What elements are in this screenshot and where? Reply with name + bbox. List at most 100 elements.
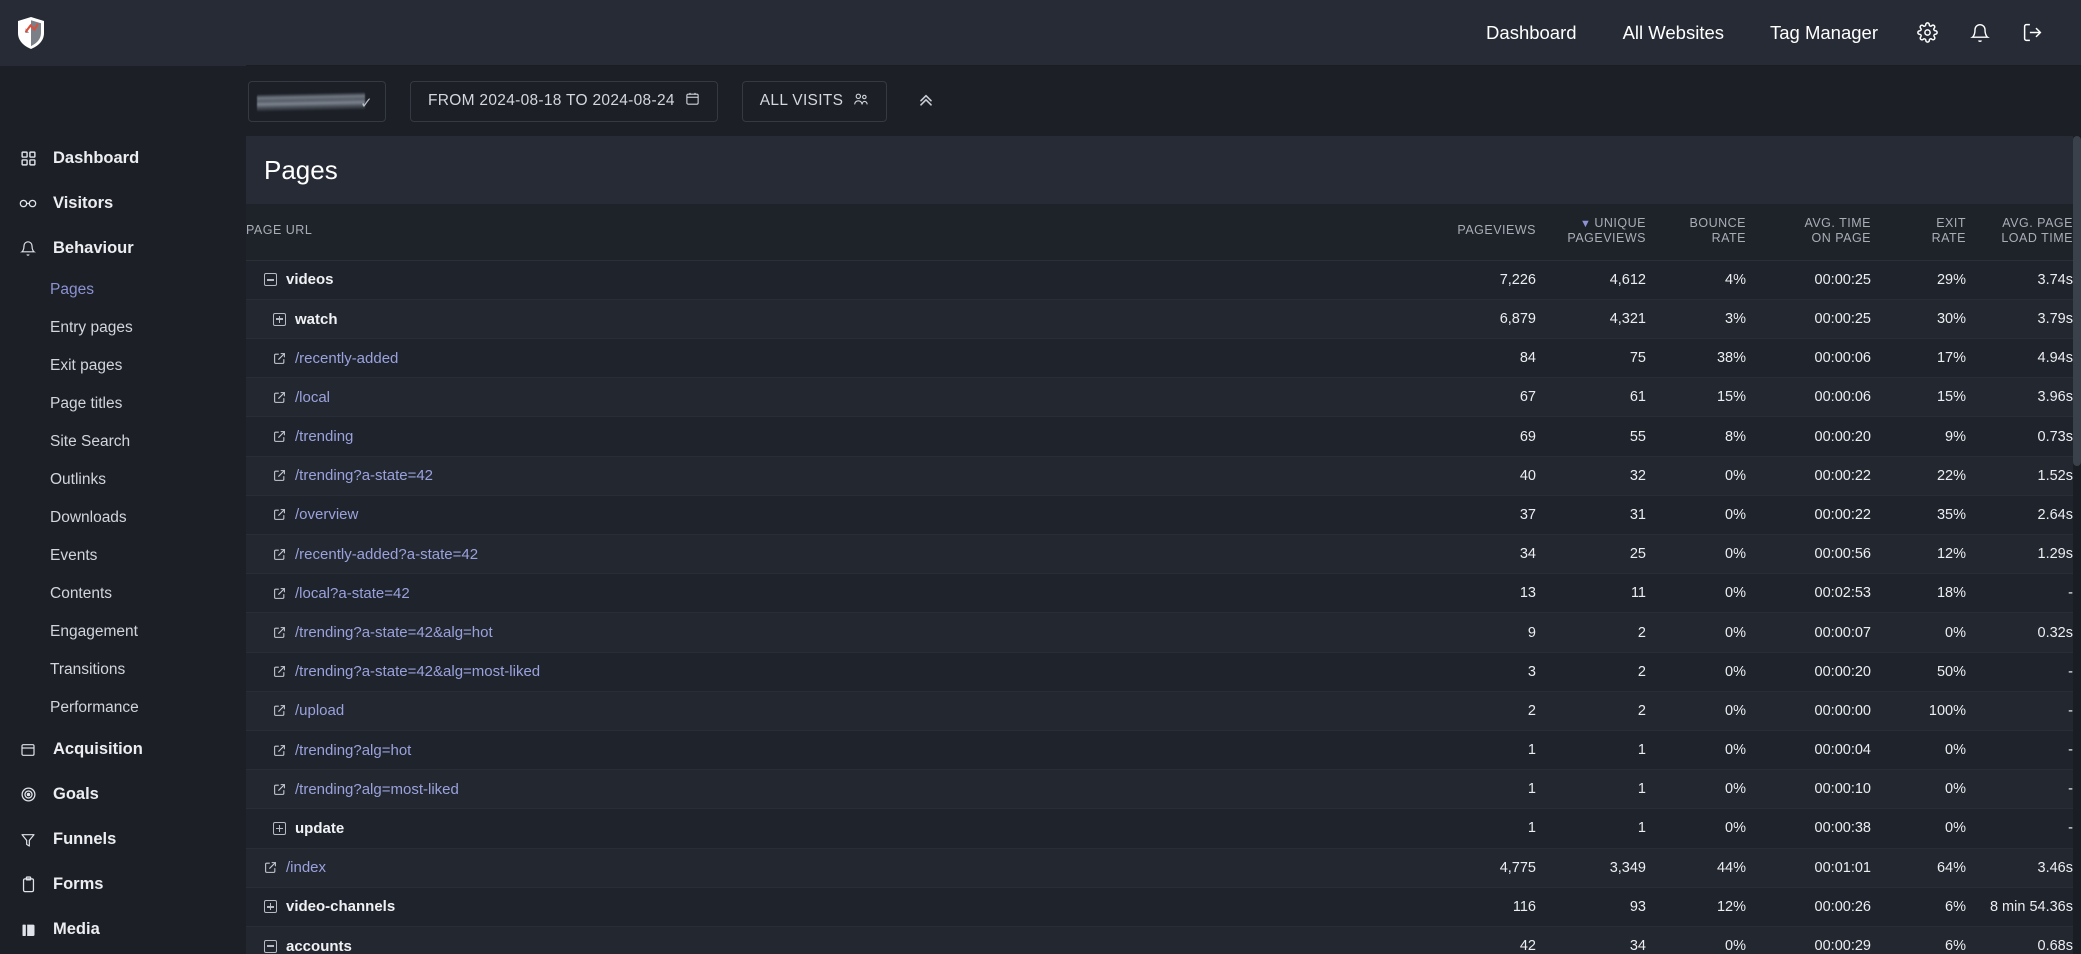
column-header-avg-time-on-page[interactable]: AVG. TIME ON PAGE	[1746, 204, 1871, 261]
page-url-link[interactable]: /trending?alg=most-liked	[295, 781, 459, 798]
sidebar-label: Visitors	[53, 194, 114, 212]
sidebar-item-entry-pages[interactable]: Entry pages	[0, 309, 246, 347]
page-url-link[interactable]: /upload	[295, 702, 344, 719]
sidebar-item-pages[interactable]: Pages	[0, 271, 246, 309]
scrollbar-thumb[interactable]	[2073, 136, 2081, 466]
logout-icon[interactable]	[2006, 0, 2059, 66]
column-header-page-url[interactable]: PAGE URL	[246, 204, 1431, 261]
page-url-cell-inner: /local	[264, 389, 1431, 406]
sidebar-item-transitions[interactable]: Transitions	[0, 651, 246, 689]
table-row[interactable]: /trending?alg=hot 1 1 0% 00:00:04 0% -	[246, 730, 2073, 770]
shield-logo-icon[interactable]	[16, 16, 46, 50]
external-link-icon[interactable]	[273, 430, 286, 443]
table-row[interactable]: /trending 69 55 8% 00:00:20 9% 0.73s	[246, 416, 2073, 457]
table-row[interactable]: /local 67 61 15% 00:00:06 15% 3.96s	[246, 377, 2073, 417]
page-url-link[interactable]: /index	[286, 859, 326, 876]
external-link-icon[interactable]	[273, 665, 286, 678]
external-link-icon[interactable]	[273, 783, 286, 796]
page-url-cell-inner: watch	[264, 311, 1431, 328]
sidebar-item-events[interactable]: Events	[0, 537, 246, 575]
nav-all-websites[interactable]: All Websites	[1600, 0, 1747, 66]
sidebar-item-behaviour[interactable]: Behaviour	[0, 226, 246, 271]
column-header-bounce-rate[interactable]: BOUNCE RATE	[1646, 204, 1746, 261]
page-url-link[interactable]: /trending?a-state=42&alg=most-liked	[295, 663, 540, 680]
external-link-icon[interactable]	[273, 704, 286, 717]
sidebar-item-engagement[interactable]: Engagement	[0, 613, 246, 651]
external-link-icon[interactable]	[264, 861, 277, 874]
sidebar-item-forms[interactable]: Forms	[0, 862, 246, 907]
cell-page-url: /overview	[246, 495, 1431, 534]
sidebar-item-visitors[interactable]: Visitors	[0, 181, 246, 226]
table-row[interactable]: update 1 1 0% 00:00:38 0% -	[246, 808, 2073, 849]
external-link-icon[interactable]	[273, 352, 286, 365]
expand-plus-icon[interactable]	[273, 312, 286, 326]
sidebar-item-funnels[interactable]: Funnels	[0, 817, 246, 862]
site-selector[interactable]: ✓	[248, 80, 386, 122]
external-link-icon[interactable]	[273, 508, 286, 521]
sidebar-item-site-search[interactable]: Site Search	[0, 423, 246, 461]
table-row[interactable]: /recently-added 84 75 38% 00:00:06 17% 4.94s	[246, 338, 2073, 378]
sidebar-item-page-titles[interactable]: Page titles	[0, 385, 246, 423]
table-row[interactable]: /trending?alg=most-liked 1 1 0% 00:00:10 0% -	[246, 769, 2073, 809]
table-row[interactable]: video-channels 116 93 12% 00:00:26 6% 8 min 54…	[246, 887, 2073, 927]
page-url-link[interactable]: /trending?a-state=42&alg=hot	[295, 624, 493, 641]
table-row[interactable]: /overview 37 31 0% 00:00:22 35% 2.64s	[246, 495, 2073, 535]
collapse-toolbar-button[interactable]	[909, 84, 943, 118]
page-url-link[interactable]: /trending?a-state=42	[295, 467, 433, 484]
page-url-link[interactable]: /trending?alg=hot	[295, 742, 411, 759]
table-row[interactable]: /recently-added?a-state=42 34 25 0% 00:00:56…	[246, 534, 2073, 574]
table-row[interactable]: /index 4,775 3,349 44% 00:01:01 64% 3.46s	[246, 848, 2073, 888]
column-header-pageviews[interactable]: PAGEVIEWS	[1431, 204, 1536, 261]
nav-dashboard[interactable]: Dashboard	[1463, 0, 1600, 66]
page-url-link[interactable]: /trending	[295, 428, 353, 445]
sidebar-item-dashboard[interactable]: Dashboard	[0, 136, 246, 181]
sidebar-item-contents[interactable]: Contents	[0, 575, 246, 613]
page-url-link[interactable]: /local?a-state=42	[295, 585, 410, 602]
logo-area[interactable]	[0, 0, 246, 66]
column-header-avg-page-load-time[interactable]: AVG. PAGE LOAD TIME	[1966, 204, 2073, 261]
table-row[interactable]: /trending?a-state=42 40 32 0% 00:00:22 22% 1.5…	[246, 456, 2073, 496]
vertical-scrollbar[interactable]	[2073, 136, 2081, 954]
table-row[interactable]: /trending?a-state=42&alg=hot 9 2 0% 00:00:07…	[246, 612, 2073, 653]
external-link-icon[interactable]	[273, 469, 286, 482]
sidebar-item-downloads[interactable]: Downloads	[0, 499, 246, 537]
collapse-minus-icon[interactable]	[264, 939, 277, 953]
sidebar-item-outlinks[interactable]: Outlinks	[0, 461, 246, 499]
external-link-icon[interactable]	[273, 626, 286, 639]
external-link-icon[interactable]	[273, 744, 286, 757]
page-url-link[interactable]: /recently-added?a-state=42	[295, 546, 478, 563]
table-row[interactable]: /trending?a-state=42&alg=most-liked 3 2 0% 0…	[246, 652, 2073, 692]
gear-icon[interactable]	[1901, 0, 1954, 66]
external-link-icon[interactable]	[273, 548, 286, 561]
date-range-selector[interactable]: FROM 2024-08-18 TO 2024-08-24	[410, 80, 718, 122]
expand-plus-icon[interactable]	[264, 900, 277, 914]
bell-icon[interactable]	[1954, 0, 2006, 66]
sidebar-item-acquisition[interactable]: Acquisition	[0, 727, 246, 772]
cell-avg-time-on-page: 00:00:20	[1814, 663, 1871, 680]
external-link-icon[interactable]	[273, 391, 286, 404]
table-row[interactable]: videos 7,226 4,612 4% 00:00:25 29% 3.74s	[246, 260, 2073, 300]
sidebar-item-exit-pages[interactable]: Exit pages	[0, 347, 246, 385]
table-row[interactable]: accounts 42 34 0% 00:00:29 6% 0.68s	[246, 926, 2073, 954]
segment-selector[interactable]: ALL VISITS	[741, 80, 888, 122]
page-url-link[interactable]: /local	[295, 389, 330, 406]
nav-tag-manager[interactable]: Tag Manager	[1747, 0, 1901, 66]
collapse-minus-icon[interactable]	[264, 273, 277, 287]
table-row[interactable]: /upload 2 2 0% 00:00:00 100% -	[246, 691, 2073, 731]
expand-plus-icon[interactable]	[273, 821, 286, 835]
sidebar-item-media[interactable]: Media	[0, 907, 246, 952]
page-url-link[interactable]: /overview	[295, 506, 358, 523]
column-header-exit-rate[interactable]: EXIT RATE	[1871, 204, 1966, 261]
cell-pageviews: 69	[1519, 428, 1536, 445]
table-row[interactable]: /local?a-state=42 13 11 0% 00:02:53 18% -	[246, 573, 2073, 613]
cell-avg-page-load-time: -	[2068, 742, 2073, 759]
page-url-cell-inner: /upload	[264, 702, 1431, 719]
sidebar-label: Dashboard	[53, 149, 140, 167]
sidebar-item-performance[interactable]: Performance	[0, 689, 246, 727]
page-url-link[interactable]: /recently-added	[295, 350, 398, 367]
external-link-icon[interactable]	[273, 587, 286, 600]
column-header-unique-pageviews[interactable]: ▼ UNIQUE PAGEVIEWS	[1536, 204, 1646, 261]
table-row[interactable]: watch 6,879 4,321 3% 00:00:25 30% 3.79s	[246, 299, 2073, 339]
sidebar-item-goals[interactable]: Goals	[0, 772, 246, 817]
cell-exit-rate: 50%	[1936, 663, 1966, 680]
